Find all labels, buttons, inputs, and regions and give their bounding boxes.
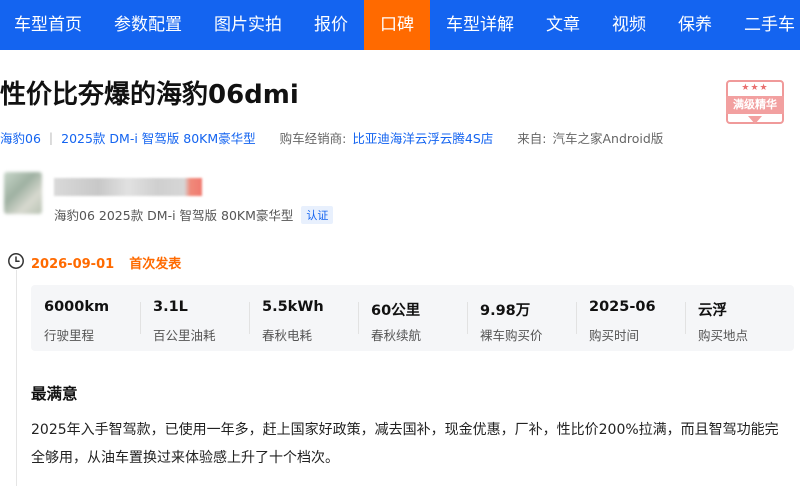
stat-value: 60公里: [371, 303, 421, 319]
stat-label: 春秋电耗: [262, 328, 313, 343]
stat-purchase-location: 云浮 购买地点: [685, 285, 794, 351]
stat-range: 60公里 春秋续航: [358, 285, 467, 351]
stat-divider: [467, 302, 468, 334]
stat-label: 购买时间: [589, 328, 640, 343]
stat-divider: [685, 302, 686, 334]
stat-divider: [358, 302, 359, 334]
review-title: 性价比夯爆的海豹06dmi: [0, 80, 299, 110]
stat-value: 3.1L: [153, 299, 188, 315]
nav-item-specs[interactable]: 参数配置: [98, 0, 198, 50]
stat-label: 行驶里程: [44, 328, 95, 343]
post-date: 2026-09-01 首次发表: [31, 253, 181, 272]
post-tag: 首次发表: [129, 257, 182, 272]
nav-item-photos[interactable]: 图片实拍: [198, 0, 298, 50]
stat-value: 9.98万: [480, 303, 531, 319]
stat-label: 裸车购买价: [480, 328, 543, 343]
post-date-value: 2026-09-01: [31, 257, 115, 272]
stat-divider: [140, 302, 141, 334]
nav-item-model-home[interactable]: 车型首页: [0, 0, 98, 50]
user-car-model: 海豹06 2025款 DM-i 智驾版 80KM豪华型: [54, 208, 294, 223]
review-meta: 海豹06 | 2025款 DM-i 智驾版 80KM豪华型 购车经销商: 比亚迪…: [0, 128, 663, 147]
dealer-link[interactable]: 比亚迪海洋云浮云腾4S店: [352, 128, 493, 147]
stat-label: 购买地点: [698, 328, 749, 343]
nav-item-maintenance[interactable]: 保养: [662, 0, 728, 50]
stat-divider: [576, 302, 577, 334]
stat-mileage: 6000km 行驶里程: [31, 285, 140, 351]
section-title-most-satisfied: 最满意: [31, 385, 78, 403]
user-car-info: 海豹06 2025款 DM-i 智驾版 80KM豪华型 认证: [54, 205, 334, 224]
stat-value: 云浮: [698, 303, 727, 319]
stat-price: 9.98万 裸车购买价: [467, 285, 576, 351]
stat-value: 6000km: [44, 299, 110, 315]
stat-divider: [249, 302, 250, 334]
nav-item-price[interactable]: 报价: [298, 0, 364, 50]
timeline-line: [16, 270, 17, 486]
badge-label: 满级精华: [726, 96, 784, 114]
badge-ribbon-tail: [748, 116, 762, 124]
stat-fuel: 3.1L 百公里油耗: [140, 285, 249, 351]
nav-item-reviews[interactable]: 口碑: [364, 0, 430, 50]
nav-item-videos[interactable]: 视频: [596, 0, 662, 50]
stat-value: 2025-06: [589, 299, 656, 315]
essence-badge: ★★★ 满级精华: [726, 80, 784, 124]
source-value: 汽车之家Android版: [552, 131, 664, 146]
clock-icon: [8, 253, 24, 269]
dealer-label: 购车经销商:: [279, 131, 347, 146]
badge-stars: ★★★: [741, 83, 769, 93]
source-label: 来自:: [517, 131, 547, 146]
stat-power: 5.5kWh 春秋电耗: [249, 285, 358, 351]
meta-separator: |: [48, 130, 54, 145]
avatar[interactable]: [4, 172, 42, 214]
nav-item-articles[interactable]: 文章: [530, 0, 596, 50]
stat-label: 春秋续航: [371, 328, 422, 343]
verified-tag: 认证: [301, 205, 334, 224]
stat-label: 百公里油耗: [153, 328, 216, 343]
nav-item-model-details[interactable]: 车型详解: [430, 0, 530, 50]
stats-panel: 6000km 行驶里程 3.1L 百公里油耗 5.5kWh 春秋电耗 60公里 …: [31, 285, 794, 351]
username-blurred[interactable]: [54, 178, 202, 196]
series-link[interactable]: 海豹06: [0, 128, 41, 147]
nav-item-used-cars[interactable]: 二手车: [728, 0, 800, 50]
section-body: 2025年入手智驾款，已使用一年多，赶上国家好政策，减去国补，现金优惠，厂补，性…: [31, 422, 779, 466]
stat-value: 5.5kWh: [262, 299, 324, 315]
model-link[interactable]: 2025款 DM-i 智驾版 80KM豪华型: [61, 128, 256, 147]
top-nav: 车型首页 参数配置 图片实拍 报价 口碑 车型详解 文章 视频 保养 二手车: [0, 0, 800, 50]
stat-purchase-time: 2025-06 购买时间: [576, 285, 685, 351]
